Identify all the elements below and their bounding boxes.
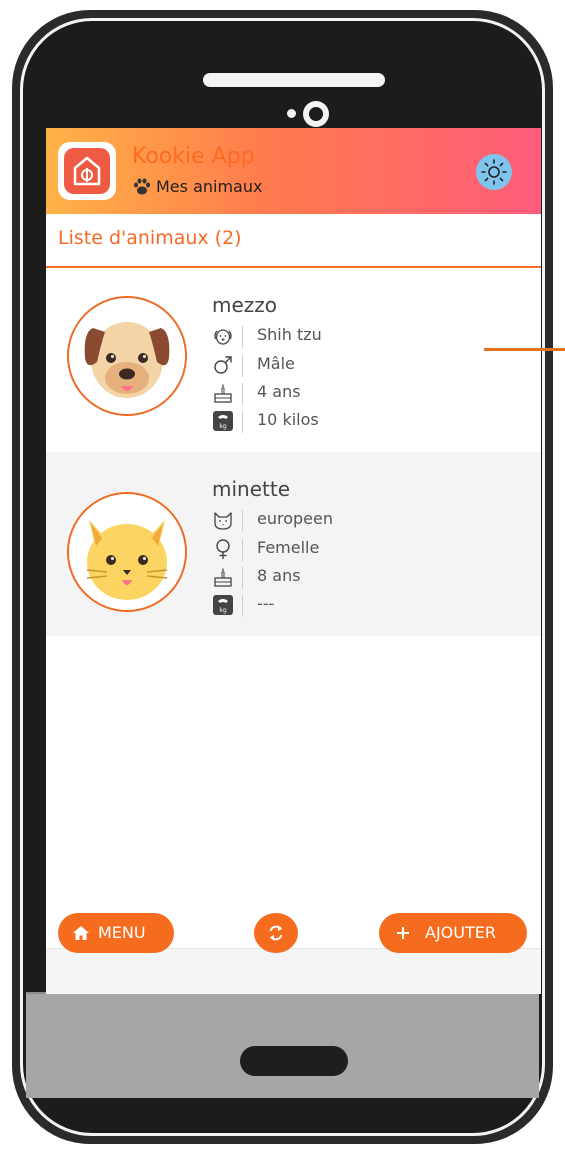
cat-icon — [214, 512, 232, 530]
phone-sensor — [287, 109, 296, 118]
plus-icon — [397, 927, 409, 939]
list-header: Liste d'animaux (2) — [46, 214, 541, 268]
pet-sex: Mâle — [257, 354, 295, 373]
weight-icon: kg — [213, 411, 233, 431]
svg-text:kg: kg — [219, 607, 226, 614]
phone-home-button[interactable] — [240, 1046, 348, 1076]
pet-name: mezzo — [212, 293, 278, 317]
app-title: Kookie App — [132, 144, 255, 169]
phone-camera — [303, 101, 329, 127]
annotation-line — [484, 348, 565, 351]
weight-icon: kg — [213, 595, 233, 615]
list-title: Liste d'animaux (2) — [58, 227, 242, 249]
dog-avatar-icon — [69, 298, 185, 414]
add-button-label: AJOUTER — [425, 923, 496, 942]
male-icon — [214, 356, 232, 374]
menu-button[interactable]: MENU — [58, 913, 174, 953]
pet-age: 4 ans — [257, 382, 301, 401]
cake-icon — [214, 384, 232, 403]
pet-list-item[interactable]: minette europeen Femelle 8 ans kg --- — [46, 452, 541, 636]
home-icon — [73, 926, 89, 940]
cat-avatar-icon — [69, 494, 185, 610]
dog-icon — [214, 329, 232, 345]
app-header: Kookie App Mes animaux — [46, 128, 541, 214]
refresh-icon — [269, 925, 283, 941]
pet-weight: 10 kilos — [257, 410, 319, 429]
pet-name: minette — [212, 477, 291, 501]
app-screen: Kookie App Mes animaux Liste d'animaux (… — [46, 128, 541, 994]
cake-icon — [214, 568, 232, 587]
svg-text:kg: kg — [219, 423, 226, 430]
pet-weight: --- — [257, 594, 275, 613]
pet-age: 8 ans — [257, 566, 301, 585]
pet-avatar — [67, 492, 187, 612]
pet-sex: Femelle — [257, 538, 320, 557]
menu-button-label: MENU — [98, 923, 146, 942]
add-pet-button[interactable]: AJOUTER — [379, 913, 527, 953]
phone-chin — [26, 992, 539, 1098]
app-subtitle: Mes animaux — [156, 177, 263, 196]
pet-avatar — [67, 296, 187, 416]
female-icon — [216, 539, 230, 559]
pet-breed: europeen — [257, 509, 333, 528]
paw-icon — [134, 178, 150, 195]
app-logo — [58, 142, 116, 200]
phone-speaker — [203, 73, 385, 87]
sun-icon — [481, 159, 507, 185]
house-logo-icon — [73, 156, 101, 186]
pet-breed: Shih tzu — [257, 325, 322, 344]
pet-list-item[interactable]: mezzo Shih tzu Mâle 4 ans kg 10 kilos — [46, 268, 541, 452]
theme-toggle-button[interactable] — [476, 154, 512, 190]
refresh-button[interactable] — [254, 913, 298, 953]
bottom-action-bar: MENU AJOUTER — [46, 913, 541, 994]
